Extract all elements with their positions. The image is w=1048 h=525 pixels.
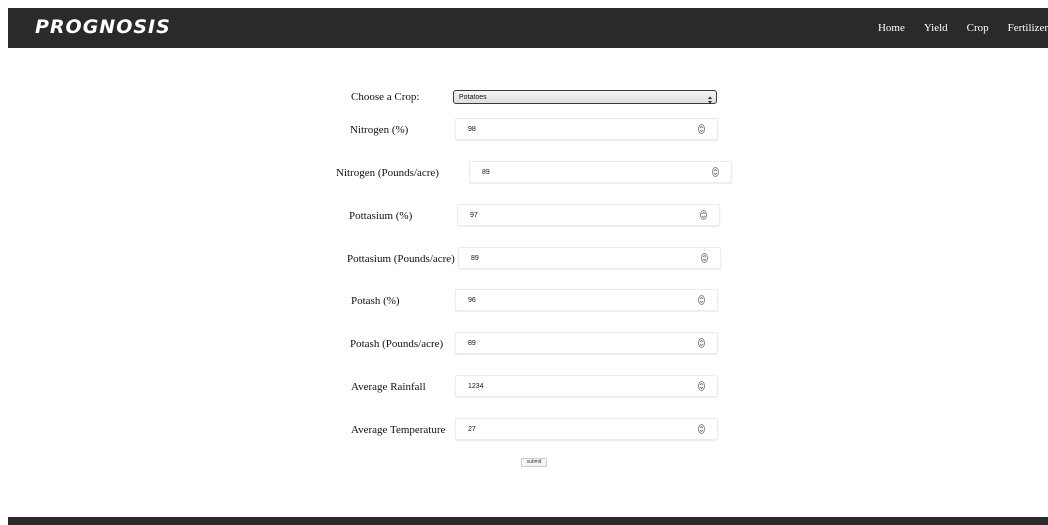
potash-percent-label: Potash (%) <box>351 295 400 307</box>
stepper-icon[interactable] <box>698 424 705 434</box>
nitrogen-pounds-label: Nitrogen (Pounds/acre) <box>336 167 439 179</box>
crop-select-label: Choose a Crop: <box>351 91 420 103</box>
nitrogen-percent-input[interactable]: 98 <box>455 118 718 140</box>
pottasium-pounds-input[interactable]: 89 <box>458 247 721 269</box>
nitrogen-pounds-value: 89 <box>482 169 490 176</box>
average-temperature-input[interactable]: 27 <box>455 418 718 440</box>
pottasium-percent-label: Pottasium (%) <box>349 210 413 222</box>
nav-link-yield[interactable]: Yield <box>924 21 948 35</box>
footer-bar <box>8 517 1048 525</box>
nitrogen-percent-label: Nitrogen (%) <box>350 124 409 136</box>
submit-button[interactable]: submit <box>521 458 547 467</box>
stepper-icon[interactable] <box>701 253 708 263</box>
stepper-icon[interactable] <box>712 167 719 177</box>
nitrogen-percent-value: 98 <box>468 126 476 133</box>
stepper-icon[interactable] <box>698 124 705 134</box>
potash-pounds-value: 89 <box>468 340 476 347</box>
potash-percent-input[interactable]: 96 <box>455 289 718 311</box>
select-updown-arrows-icon <box>707 92 713 104</box>
nav-links: Home Yield Crop Fertilizer <box>878 21 1048 35</box>
potash-pounds-label: Potash (Pounds/acre) <box>350 338 444 350</box>
pottasium-percent-value: 97 <box>470 212 478 219</box>
average-rainfall-input[interactable]: 1234 <box>455 375 718 397</box>
crop-select[interactable]: Potatoes <box>453 90 717 104</box>
brand-logo[interactable]: PROGNOSIS <box>35 16 171 38</box>
top-navbar: PROGNOSIS Home Yield Crop Fertilizer <box>8 8 1048 48</box>
nav-link-crop[interactable]: Crop <box>967 21 989 35</box>
stepper-icon[interactable] <box>698 381 705 391</box>
pottasium-pounds-value: 89 <box>471 255 479 262</box>
nav-link-fertilizer[interactable]: Fertilizer <box>1008 21 1048 35</box>
pottasium-pounds-label: Pottasium (Pounds/acre) <box>347 253 455 265</box>
average-temperature-value: 27 <box>468 426 476 433</box>
average-temperature-label: Average Temperature <box>351 424 446 436</box>
stepper-icon[interactable] <box>698 295 705 305</box>
stepper-icon[interactable] <box>698 338 705 348</box>
average-rainfall-label: Average Rainfall <box>351 381 426 393</box>
potash-percent-value: 96 <box>468 297 476 304</box>
average-rainfall-value: 1234 <box>468 383 484 390</box>
pottasium-percent-input[interactable]: 97 <box>457 204 720 226</box>
potash-pounds-input[interactable]: 89 <box>455 332 718 354</box>
nav-link-home[interactable]: Home <box>878 21 905 35</box>
stepper-icon[interactable] <box>700 210 707 220</box>
nitrogen-pounds-input[interactable]: 89 <box>469 161 732 183</box>
crop-select-value: Potatoes <box>459 94 487 101</box>
